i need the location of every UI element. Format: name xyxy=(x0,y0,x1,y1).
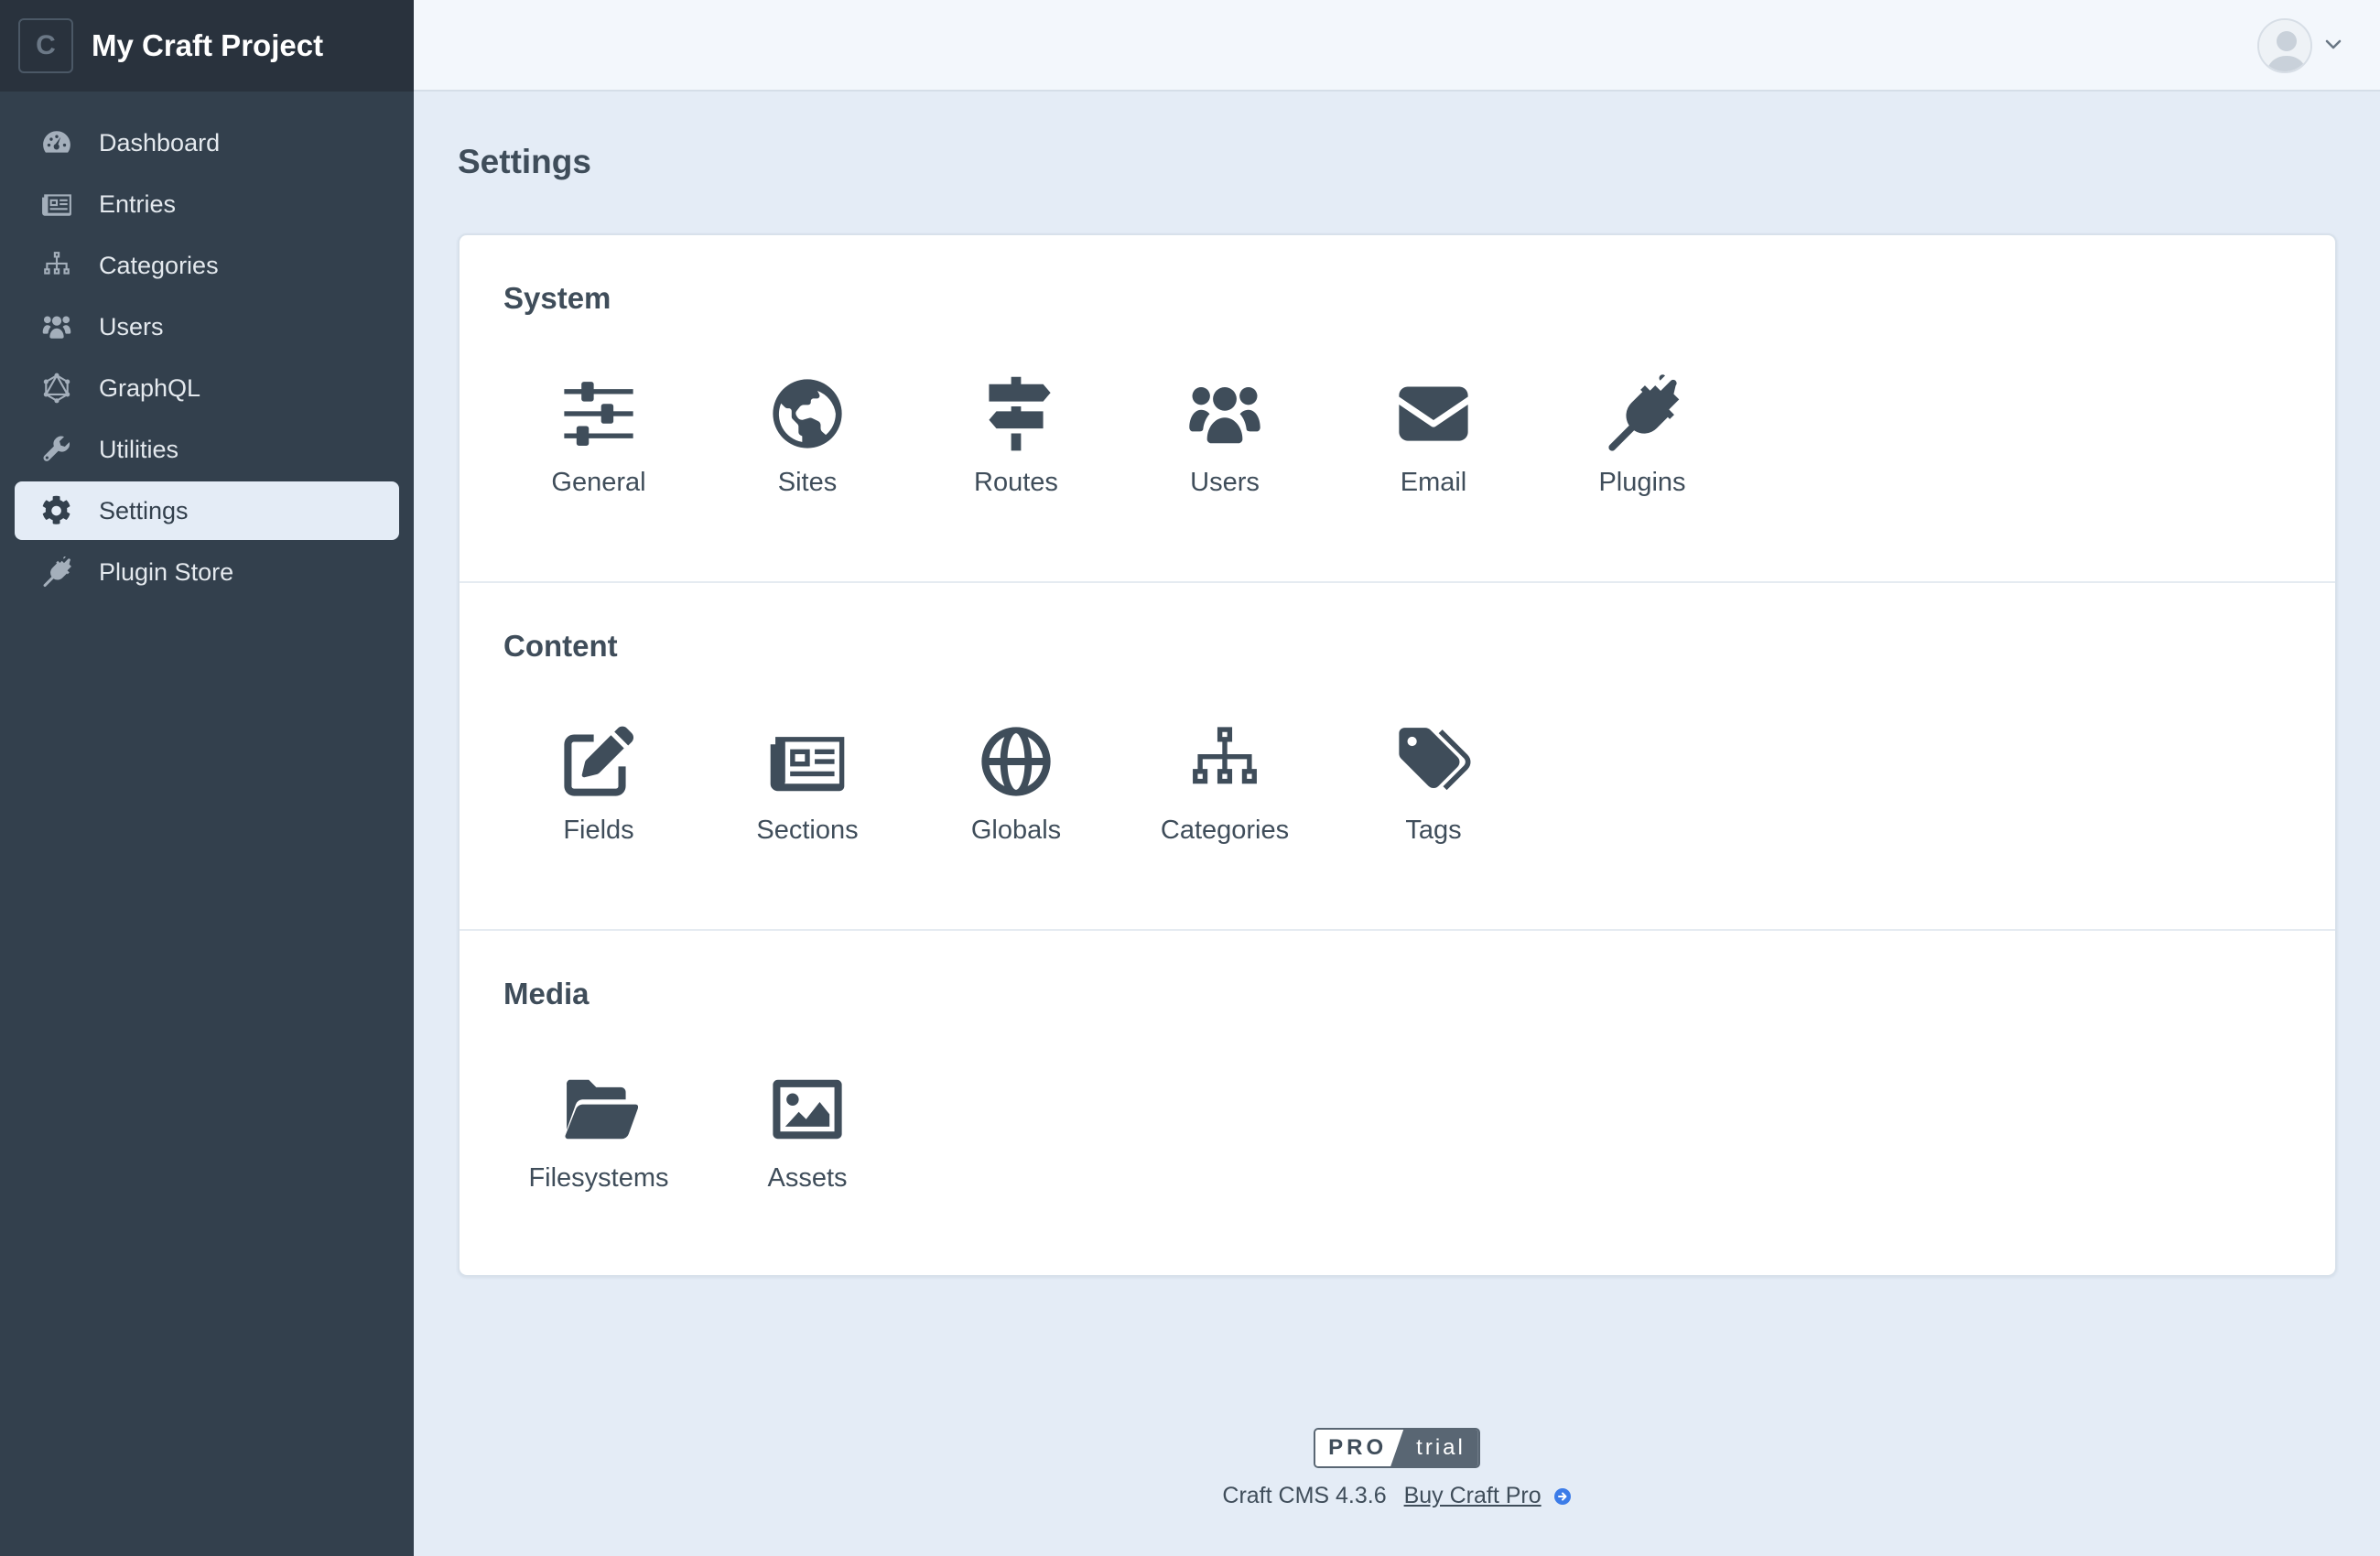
settings-item-label: Sites xyxy=(777,468,838,497)
pen-to-square-icon xyxy=(557,720,640,803)
sliders-icon xyxy=(557,373,640,455)
settings-item-assets[interactable]: Assets xyxy=(703,1068,912,1194)
sidebar-item-label: Dashboard xyxy=(99,128,221,157)
footer: PRO trial Craft CMS 4.3.6 Buy Craft Pro xyxy=(414,1428,2380,1509)
settings-item-label: Routes xyxy=(974,468,1058,497)
settings-group-media: Media Filesystems Assets xyxy=(460,931,2335,1279)
sidebar-item-users[interactable]: Users xyxy=(15,297,399,356)
group-title: Content xyxy=(503,629,618,663)
settings-item-label: Users xyxy=(1190,468,1260,497)
settings-item-label: Categories xyxy=(1160,816,1290,845)
gear-icon xyxy=(38,492,75,529)
sidebar-item-label: Users xyxy=(99,312,164,340)
settings-group-system: System General Sites Routes Users Email xyxy=(460,235,2335,583)
sidebar: C My Craft Project Dashboard Entries Cat… xyxy=(0,0,414,1556)
settings-item-email[interactable]: Email xyxy=(1329,373,1538,498)
settings-item-plugins[interactable]: Plugins xyxy=(1538,373,1747,498)
tags-icon xyxy=(1392,720,1475,803)
settings-item-general[interactable]: General xyxy=(494,373,703,498)
settings-card: System General Sites Routes Users Email xyxy=(458,233,2337,1277)
edition-badge[interactable]: PRO trial xyxy=(1314,1428,1480,1468)
sidebar-item-label: Entries xyxy=(99,189,177,218)
version-text: Craft CMS 4.3.6 xyxy=(1222,1483,1387,1508)
user-avatar-icon xyxy=(2257,18,2312,73)
settings-item-sections[interactable]: Sections xyxy=(703,720,912,846)
settings-item-label: Tags xyxy=(1405,816,1462,845)
account-menu-toggle[interactable] xyxy=(2257,18,2343,73)
wrench-icon xyxy=(38,431,75,468)
sidebar-item-categories[interactable]: Categories xyxy=(15,236,399,295)
edition-status: trial xyxy=(1390,1430,1478,1466)
group-title: System xyxy=(503,281,611,315)
sidebar-item-label: Categories xyxy=(99,251,219,279)
gauge-icon xyxy=(38,124,75,161)
plug-icon xyxy=(1601,373,1683,455)
settings-item-label: General xyxy=(551,468,646,497)
sidebar-item-label: Plugin Store xyxy=(99,557,234,586)
sidebar-item-label: GraphQL xyxy=(99,373,201,402)
chevron-down-icon xyxy=(2323,34,2343,59)
settings-item-label: Email xyxy=(1400,468,1467,497)
envelope-icon xyxy=(1392,373,1475,455)
plug-icon xyxy=(38,554,75,590)
footer-version-line: Craft CMS 4.3.6 Buy Craft Pro xyxy=(414,1483,2380,1509)
sidebar-item-entries[interactable]: Entries xyxy=(15,175,399,233)
settings-item-fields[interactable]: Fields xyxy=(494,720,703,846)
image-icon xyxy=(766,1068,849,1151)
site-header: C My Craft Project xyxy=(0,0,414,92)
site-name[interactable]: My Craft Project xyxy=(92,28,323,63)
settings-item-label: Fields xyxy=(563,816,634,845)
sitemap-icon xyxy=(38,247,75,284)
page-title: Settings xyxy=(458,143,591,180)
graphql-icon xyxy=(38,370,75,406)
site-logo[interactable]: C xyxy=(18,18,73,73)
settings-item-routes[interactable]: Routes xyxy=(912,373,1120,498)
settings-item-label: Globals xyxy=(970,816,1062,845)
sitemap-icon xyxy=(1184,720,1266,803)
arrow-circle-right-icon[interactable] xyxy=(1553,1486,1572,1505)
settings-item-label: Assets xyxy=(767,1163,848,1193)
newspaper-icon xyxy=(38,186,75,222)
group-title: Media xyxy=(503,977,590,1010)
sidebar-item-utilities[interactable]: Utilities xyxy=(15,420,399,479)
sidebar-item-plugin-store[interactable]: Plugin Store xyxy=(15,543,399,601)
primary-nav: Dashboard Entries Categories Users Graph… xyxy=(0,92,414,601)
buy-craft-pro-link[interactable]: Buy Craft Pro xyxy=(1404,1483,1542,1508)
settings-item-categories[interactable]: Categories xyxy=(1120,720,1329,846)
top-bar xyxy=(414,0,2380,92)
sidebar-item-settings[interactable]: Settings xyxy=(15,481,399,540)
newspaper-icon xyxy=(766,720,849,803)
settings-item-users[interactable]: Users xyxy=(1120,373,1329,498)
settings-item-sites[interactable]: Sites xyxy=(703,373,912,498)
sidebar-item-label: Utilities xyxy=(99,435,179,463)
settings-group-content: Content Fields Sections Globals Categori… xyxy=(460,583,2335,931)
edition-name: PRO xyxy=(1315,1430,1404,1466)
folder-open-icon xyxy=(557,1068,640,1151)
settings-item-label: Sections xyxy=(756,816,859,845)
sidebar-item-graphql[interactable]: GraphQL xyxy=(15,359,399,417)
users-icon xyxy=(38,308,75,345)
globe-icon xyxy=(975,720,1057,803)
settings-item-filesystems[interactable]: Filesystems xyxy=(494,1068,703,1194)
settings-item-tags[interactable]: Tags xyxy=(1329,720,1538,846)
sidebar-item-label: Settings xyxy=(99,496,189,524)
users-icon xyxy=(1184,373,1266,455)
signpost-icon xyxy=(975,373,1057,455)
sidebar-item-dashboard[interactable]: Dashboard xyxy=(15,113,399,172)
settings-item-globals[interactable]: Globals xyxy=(912,720,1120,846)
settings-item-label: Filesystems xyxy=(528,1163,669,1193)
globe-americas-icon xyxy=(766,373,849,455)
settings-item-label: Plugins xyxy=(1598,468,1686,497)
